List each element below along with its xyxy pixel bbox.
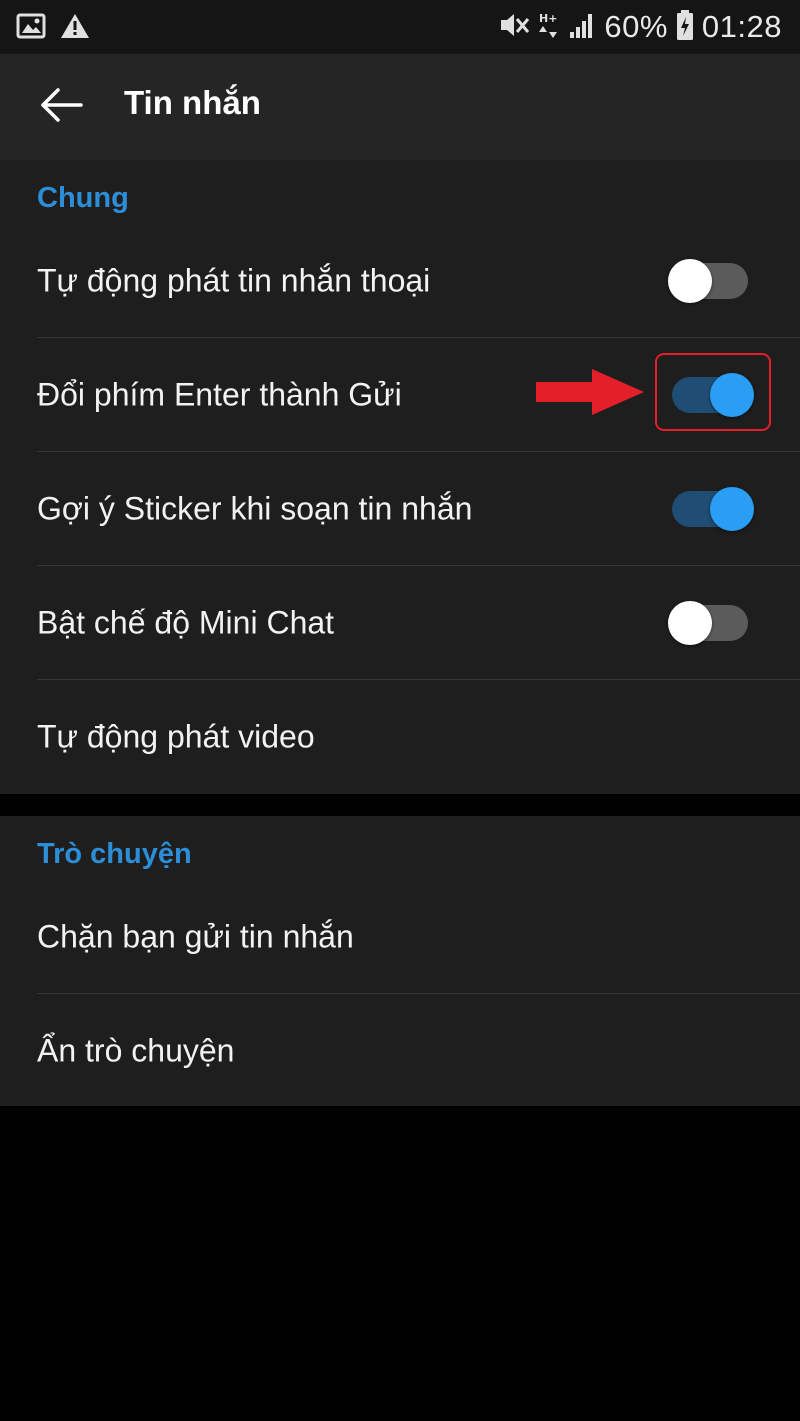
section-header-chat: Trò chuyện	[37, 838, 192, 870]
setting-sticker-suggestion[interactable]: Gợi ý Sticker khi soạn tin nhắn	[0, 452, 800, 566]
setting-auto-play-video[interactable]: Tự động phát video	[0, 680, 800, 794]
image-icon	[16, 12, 46, 45]
section-chat: Trò chuyện Chặn bạn gửi tin nhắn Ẩn trò …	[0, 816, 800, 1106]
setting-label: Đổi phím Enter thành Gửi	[37, 376, 402, 413]
annotation-highlight-box	[655, 353, 771, 431]
section-general: Chung Tự động phát tin nhắn thoại Đổi ph…	[0, 160, 800, 794]
signal-icon	[568, 10, 596, 45]
battery-percent: 60%	[604, 9, 668, 44]
data-icon: H+	[538, 10, 560, 45]
mute-icon	[498, 10, 530, 45]
toggle-knob	[668, 259, 712, 303]
back-arrow-icon	[39, 87, 83, 128]
warning-icon	[60, 12, 90, 45]
setting-label: Tự động phát tin nhắn thoại	[37, 262, 431, 299]
annotation-arrow-icon	[536, 369, 646, 420]
status-right: H+ 60% 01:28	[498, 8, 782, 46]
setting-hide-chat[interactable]: Ẩn trò chuyện	[0, 994, 800, 1108]
setting-label: Chặn bạn gửi tin nhắn	[37, 918, 354, 955]
status-left	[16, 12, 90, 45]
app-bar: Tin nhắn	[0, 54, 800, 160]
status-bar: H+ 60% 01:28	[0, 0, 800, 54]
setting-auto-play-voice[interactable]: Tự động phát tin nhắn thoại	[0, 224, 800, 338]
toggle-mini-chat[interactable]	[668, 601, 754, 645]
setting-label: Tự động phát video	[37, 718, 315, 755]
back-button[interactable]	[34, 80, 88, 134]
setting-label: Gợi ý Sticker khi soạn tin nhắn	[37, 490, 473, 527]
section-header-general: Chung	[37, 182, 129, 214]
toggle-knob	[668, 601, 712, 645]
setting-label: Bật chế độ Mini Chat	[37, 604, 335, 641]
page-title: Tin nhắn	[124, 84, 261, 121]
toggle-knob	[710, 487, 754, 531]
toggle-auto-play-voice[interactable]	[668, 259, 754, 303]
setting-label: Ẩn trò chuyện	[37, 1032, 235, 1069]
setting-mini-chat[interactable]: Bật chế độ Mini Chat	[0, 566, 800, 680]
battery-charging-icon	[676, 9, 694, 46]
svg-text:H+: H+	[539, 12, 557, 25]
clock: 01:28	[701, 9, 782, 44]
toggle-sticker-suggestion[interactable]	[668, 487, 754, 531]
setting-block-messages[interactable]: Chặn bạn gửi tin nhắn	[0, 880, 800, 994]
